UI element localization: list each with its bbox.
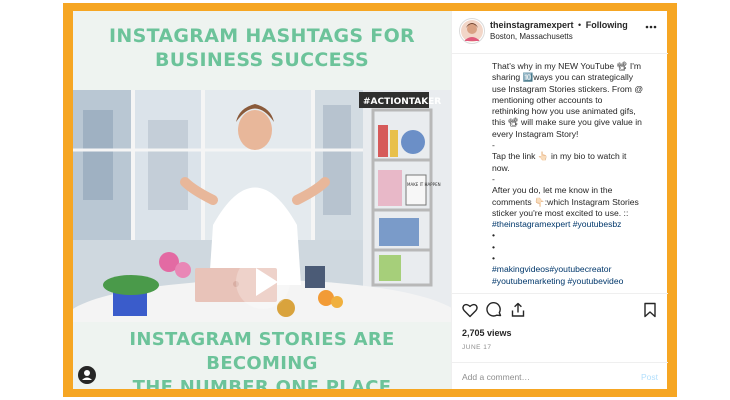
post-header: theinstagramexpert • Following Boston, M…: [452, 11, 668, 54]
like-button[interactable]: [461, 301, 479, 319]
username-line: theinstagramexpert • Following: [490, 20, 628, 30]
caption-line: mentioning other accounts to: [492, 94, 603, 105]
hashtag-link[interactable]: #youtubevideo: [567, 276, 623, 286]
post-comment-button[interactable]: Post: [641, 372, 658, 382]
bullet-line: •: [492, 241, 496, 252]
tagged-users-button[interactable]: [78, 366, 96, 384]
post-actions: 2,705 views JUNE 17 Add a comment… Post: [452, 293, 668, 390]
headline-bottom-line-1: INSTAGRAM STORIES ARE BECOMING: [129, 329, 395, 374]
user-icon: [82, 370, 92, 380]
svg-text:MAKE IT HAPPEN: MAKE IT HAPPEN: [407, 182, 441, 187]
caption-line: comments 👇🏻:which Instagram Stories: [492, 196, 639, 207]
bookmark-icon: [644, 302, 656, 318]
headline-top: INSTAGRAM HASHTAGS FOR BUSINESS SUCCESS: [73, 24, 451, 72]
headline-top-line-2: BUSINESS SUCCESS: [155, 49, 369, 71]
play-icon: [256, 268, 278, 296]
separator-dot: •: [578, 20, 582, 30]
avatar[interactable]: [459, 18, 485, 44]
instagram-post-card: INSTAGRAM HASHTAGS FOR BUSINESS SUCCESS: [73, 11, 668, 389]
heart-icon: [462, 303, 478, 318]
hashtag-line: #youtubemarketing #youtubevideo: [492, 276, 652, 287]
hashtag-link[interactable]: #makingvideos: [492, 264, 549, 274]
post-sidebar: theinstagramexpert • Following Boston, M…: [451, 11, 668, 389]
save-button[interactable]: [641, 301, 659, 319]
play-button[interactable]: [236, 255, 290, 309]
hashtag-line: #makingvideos#youtubecreator: [492, 264, 652, 275]
more-icon: [645, 25, 657, 29]
caption-line: every Instagram Story!: [492, 128, 579, 139]
caption-line: After you do, let me know in the: [492, 185, 613, 196]
caption-line: That's why in my NEW YouTube 📽 I'm: [492, 61, 642, 71]
caption-line: this 📽 will make sure you give value in: [492, 117, 642, 128]
caption-line: sharing 🔟ways you can strategically: [492, 72, 634, 83]
post-media[interactable]: INSTAGRAM HASHTAGS FOR BUSINESS SUCCESS: [73, 11, 451, 389]
post-date[interactable]: JUNE 17: [462, 344, 492, 351]
avatar-image: [461, 20, 483, 42]
hashtag-line: #theinstagramexpert #youtubesbz: [492, 219, 652, 230]
views-count[interactable]: 2,705 views: [462, 328, 512, 338]
hashtag-link[interactable]: #youtubesbz: [573, 219, 622, 229]
caption-line: -: [492, 140, 495, 151]
share-button[interactable]: [509, 301, 527, 319]
headline-bottom: INSTAGRAM STORIES ARE BECOMING THE NUMBE…: [73, 328, 451, 389]
bullet-line: •: [492, 230, 496, 241]
comment-box: Add a comment… Post: [452, 362, 668, 391]
bullet-line: •: [492, 253, 496, 264]
hashtag-link[interactable]: #youtubemarketing: [492, 276, 565, 286]
caption-line: now.: [492, 162, 510, 173]
post-caption: That's why in my NEW YouTube 📽 I'm shari…: [492, 61, 652, 291]
following-button[interactable]: Following: [586, 20, 628, 30]
hashtag-link[interactable]: #youtubecreator: [549, 264, 611, 274]
more-options-button[interactable]: [644, 20, 658, 34]
sign-text: #ACTIONTAKER: [363, 97, 441, 107]
username-link[interactable]: theinstagramexpert: [490, 20, 574, 30]
headline-top-line-1: INSTAGRAM HASHTAGS FOR: [109, 25, 415, 47]
caption-line: sticker you're most excited to use. ::: [492, 207, 629, 218]
caption-line: use Instagram Stories stickers. From @: [492, 83, 644, 94]
headline-bottom-line-2: THE NUMBER ONE PLACE: [132, 377, 392, 389]
comment-input[interactable]: Add a comment…: [462, 372, 530, 382]
caption-line: -: [492, 173, 495, 184]
comment-icon: [486, 302, 502, 317]
caption-line: rethinking how you use animated gifs,: [492, 106, 636, 117]
comment-button[interactable]: [485, 301, 503, 319]
caption-line: Tap the link 👆🏻 in my bio to watch it: [492, 151, 627, 162]
share-icon: [511, 302, 525, 317]
video-thumbnail[interactable]: #ACTIONTAKER MAKE IT HAPPEN: [73, 90, 451, 322]
hashtag-link[interactable]: #theinstagramexpert: [492, 219, 570, 229]
location-link[interactable]: Boston, Massachusetts: [490, 32, 573, 41]
